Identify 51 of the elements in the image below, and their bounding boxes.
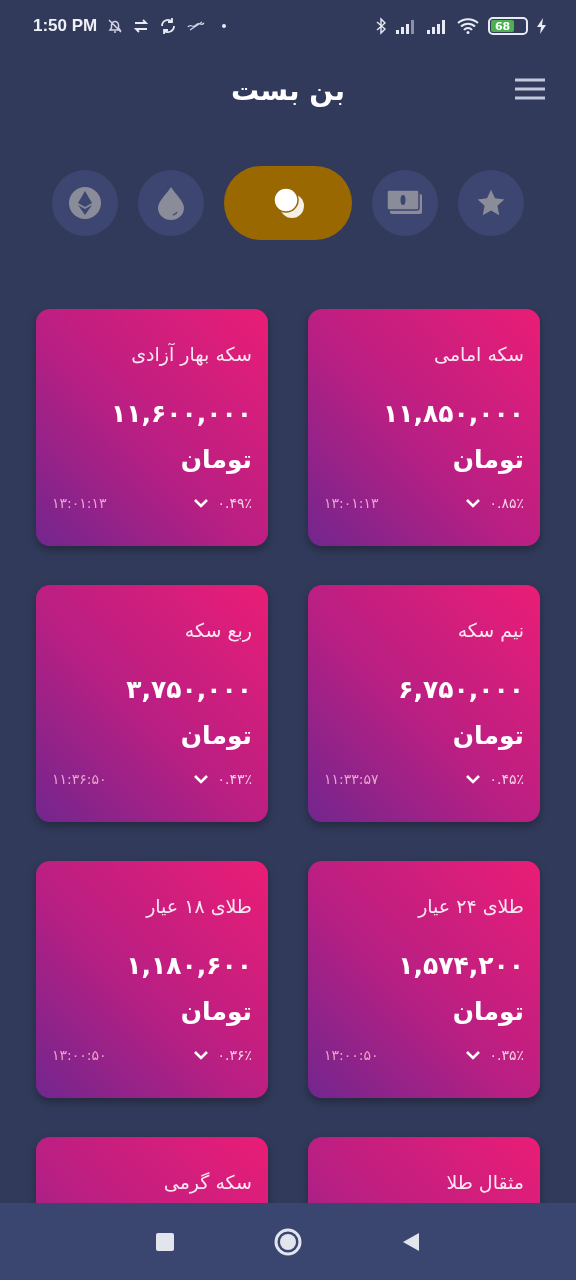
price-text: ۱,۱۸۰,۶۰۰ تومان bbox=[125, 950, 252, 1028]
back-triangle-icon[interactable] bbox=[402, 1231, 420, 1252]
price-text: ۱۱,۸۵۰,۰۰۰ تومان bbox=[381, 398, 524, 476]
home-circle-icon[interactable] bbox=[274, 1227, 302, 1256]
transfer-arrows-icon bbox=[133, 19, 150, 33]
card-title: مثقال طلا bbox=[445, 1170, 524, 1195]
card-title: ربع سکه bbox=[183, 618, 252, 643]
price-card[interactable]: مثقال طلا bbox=[308, 1137, 540, 1203]
menu-icon[interactable] bbox=[514, 78, 546, 100]
card-title: سکه امامی bbox=[433, 342, 524, 367]
signal-icon bbox=[395, 18, 417, 34]
card-title: سکه بهار آزادی bbox=[130, 342, 252, 367]
ethereum-icon bbox=[68, 186, 102, 220]
card-title: طلای ۱۸ عیار bbox=[144, 894, 252, 919]
update-time: ۱۱:۳۶:۵۰ bbox=[52, 771, 107, 787]
price-card[interactable]: نیم سکه ۶,۷۵۰,۰۰۰ تومان ۰.۴۵٪ ۱۱:۳۳:۵۷ bbox=[308, 585, 540, 822]
bolt-icon bbox=[537, 18, 546, 34]
signal-icon bbox=[426, 18, 448, 34]
price-card[interactable]: ربع سکه ۳,۷۵۰,۰۰۰ تومان ۰.۴۳٪ ۱۱:۳۶:۵۰ bbox=[36, 585, 268, 822]
update-time: ۱۳:۰۱:۱۳ bbox=[52, 495, 107, 511]
price-text: ۶,۷۵۰,۰۰۰ تومان bbox=[397, 674, 524, 752]
price-card[interactable]: سکه گرمی bbox=[36, 1137, 268, 1203]
update-time: ۱۳:۰۱:۱۳ bbox=[324, 495, 379, 511]
price-card[interactable]: طلای ۲۴ عیار ۱,۵۷۴,۲۰۰ تومان ۰.۳۵٪ ۱۳:۰۰:۵۰ bbox=[308, 861, 540, 1098]
change-percent: ۰.۴۹٪ bbox=[217, 495, 252, 511]
change-percent: ۰.۳۵٪ bbox=[489, 1047, 524, 1063]
card-title: نیم سکه bbox=[456, 618, 524, 643]
price-text: ۱,۵۷۴,۲۰۰ تومان bbox=[397, 950, 524, 1028]
app-title: بن بست bbox=[230, 72, 346, 109]
change-percent: ۰.۴۵٪ bbox=[489, 771, 524, 787]
change-percent: ۰.۸۵٪ bbox=[489, 495, 524, 511]
change-percent: ۰.۴۳٪ bbox=[217, 771, 252, 787]
update-time: ۱۳:۰۰:۵۰ bbox=[324, 1047, 379, 1063]
price-card[interactable]: سکه امامی ۱۱,۸۵۰,۰۰۰ تومان ۰.۸۵٪ ۱۳:۰۱:۱۳ bbox=[308, 309, 540, 546]
battery-level: 68 bbox=[491, 20, 515, 32]
bluetooth-icon bbox=[376, 17, 386, 35]
price-card[interactable]: سکه بهار آزادی ۱۱,۶۰۰,۰۰۰ تومان ۰.۴۹٪ ۱۳:۰۱:۱۳ bbox=[36, 309, 268, 546]
price-text: ۳,۷۵۰,۰۰۰ تومان bbox=[125, 674, 252, 752]
price-card[interactable]: طلای ۱۸ عیار ۱,۱۸۰,۶۰۰ تومان ۰.۳۶٪ ۱۳:۰۰:۵۰ bbox=[36, 861, 268, 1098]
change-percent: ۰.۳۶٪ bbox=[217, 1047, 252, 1063]
wifi-icon bbox=[457, 18, 479, 34]
update-time: ۱۱:۳۳:۵۷ bbox=[324, 771, 379, 787]
wave-icon bbox=[187, 20, 206, 32]
card-title: طلای ۲۴ عیار bbox=[416, 894, 524, 919]
price-text: ۱۱,۶۰۰,۰۰۰ تومان bbox=[109, 398, 252, 476]
dot-icon bbox=[222, 24, 227, 28]
status-time: 1:50 PM bbox=[33, 16, 98, 36]
square-icon[interactable] bbox=[156, 1232, 174, 1251]
card-title: سکه گرمی bbox=[162, 1170, 252, 1195]
update-time: ۱۳:۰۰:۵۰ bbox=[52, 1047, 107, 1063]
drop-icon bbox=[157, 186, 185, 220]
